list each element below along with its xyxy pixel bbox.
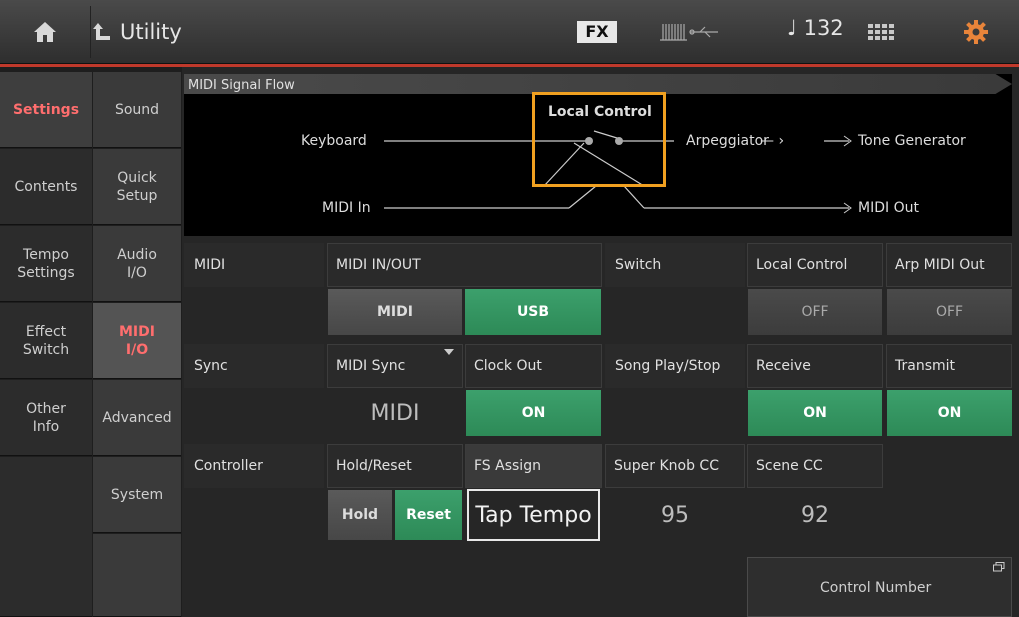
midi-sync-value[interactable]: MIDI (328, 390, 462, 436)
transmit-switch[interactable]: ON (887, 390, 1012, 436)
control-number-label: Control Number (820, 580, 932, 596)
midi-signal-flow: MIDI Signal Flow Keyboard Local Control … (184, 74, 1012, 236)
gear-icon[interactable] (962, 18, 990, 46)
tone-generator-label: Tone Generator (858, 133, 966, 149)
tempo-display[interactable]: ♩ 132 (787, 16, 877, 48)
midi-button[interactable]: MIDI (328, 289, 462, 335)
reset-button[interactable]: Reset (395, 490, 462, 540)
midi-in-label: MIDI In (322, 200, 371, 216)
midi-section-label: MIDI (184, 243, 324, 287)
super-knob-cc-label: Super Knob CC (605, 444, 745, 488)
super-knob-cc-value[interactable]: 95 (606, 490, 744, 540)
nav-sound[interactable]: Sound (93, 72, 181, 148)
nav-midi-io[interactable]: MIDI I/O (93, 303, 181, 379)
transmit-label: Transmit (886, 344, 1012, 388)
nav-audio-io[interactable]: Audio I/O (93, 226, 181, 302)
arpeggiator-label: Arpeggiator (686, 133, 769, 149)
dropdown-triangle-icon (444, 349, 454, 355)
nav-system[interactable]: System (93, 457, 181, 533)
arp-midi-out-switch[interactable]: OFF (887, 289, 1012, 335)
nav-settings[interactable]: Settings (0, 72, 92, 148)
page-title: Utility (120, 20, 182, 44)
nav-empty (0, 457, 92, 617)
control-number-panel[interactable]: Control Number (747, 557, 1012, 617)
clock-out-label: Clock Out (465, 344, 602, 388)
nav-tempo-settings[interactable]: Tempo Settings (0, 226, 92, 302)
popup-window-icon (993, 562, 1005, 572)
song-play-stop-label: Song Play/Stop (605, 344, 745, 388)
sync-section-label: Sync (184, 344, 324, 388)
hold-reset-label: Hold/Reset (327, 444, 463, 488)
local-control-highlight[interactable] (532, 92, 666, 187)
arp-midi-out-label: Arp MIDI Out (886, 243, 1012, 287)
nav-effect-switch[interactable]: Effect Switch (0, 303, 92, 379)
nav-empty-2 (93, 534, 181, 617)
return-arrow-icon (93, 23, 110, 40)
fs-assign-value[interactable]: Tap Tempo (467, 489, 600, 541)
home-button[interactable] (0, 0, 90, 64)
midi-sync-label-text: MIDI Sync (336, 358, 406, 374)
receive-switch[interactable]: ON (748, 390, 882, 436)
nav-advanced[interactable]: Advanced (93, 380, 181, 456)
hold-button[interactable]: Hold (328, 490, 392, 540)
local-control-param-label: Local Control (747, 243, 883, 287)
midi-out-label: MIDI Out (858, 200, 919, 216)
grid-icon[interactable] (866, 20, 896, 44)
clock-out-switch[interactable]: ON (466, 390, 601, 436)
nav-quick-setup[interactable]: Quick Setup (93, 149, 181, 225)
usb-button[interactable]: USB (465, 289, 601, 335)
fs-assign-label: FS Assign (465, 444, 602, 488)
nav-other-info[interactable]: Other Info (0, 380, 92, 456)
home-icon (34, 22, 56, 42)
local-control-switch[interactable]: OFF (748, 289, 882, 335)
nav-contents[interactable]: Contents (0, 149, 92, 225)
midi-sync-label[interactable]: MIDI Sync (327, 344, 463, 388)
controller-section-label: Controller (184, 444, 324, 488)
midi-inout-label: MIDI IN/OUT (327, 243, 602, 287)
scene-cc-value[interactable]: 92 (748, 490, 882, 540)
fx-badge[interactable]: FX (577, 21, 617, 43)
back-button[interactable]: Utility (92, 0, 212, 64)
switch-section-label: Switch (605, 243, 745, 287)
receive-label: Receive (747, 344, 883, 388)
keyboard-usb-icon (660, 20, 720, 44)
keyboard-label: Keyboard (301, 133, 367, 149)
scene-cc-label: Scene CC (747, 444, 883, 488)
